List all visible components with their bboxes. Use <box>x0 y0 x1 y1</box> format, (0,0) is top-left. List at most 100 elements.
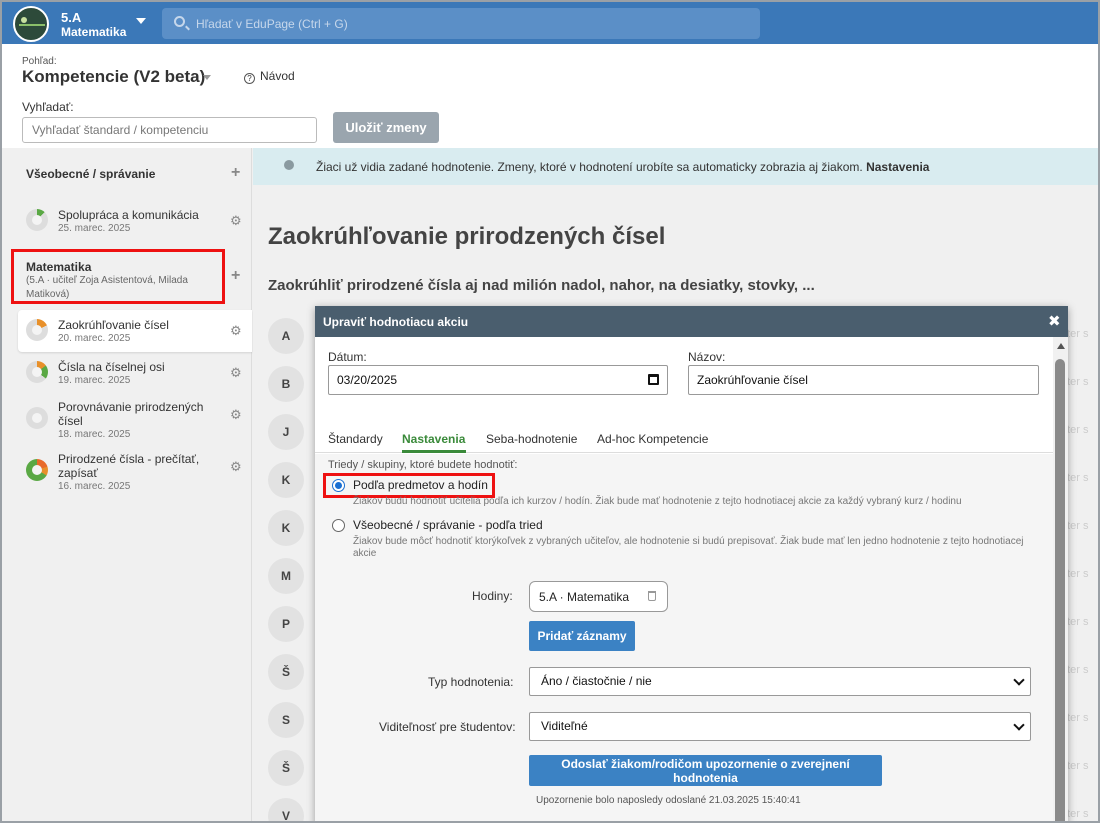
student-avatar[interactable]: K <box>268 510 304 546</box>
save-changes-button[interactable]: Uložiť zmeny <box>333 112 439 143</box>
global-search-placeholder: Hľadať v EduPage (Ctrl + G) <box>196 17 348 31</box>
view-selector[interactable]: Kompetencie (V2 beta) <box>22 67 205 87</box>
sidebar-item-title: Prirodzené čísla - prečítať, zapísať <box>58 452 200 480</box>
help-label: Návod <box>260 69 295 83</box>
math-section-subtitle: (5.A · učiteľ Zoja Asistentová, Milada M… <box>26 275 188 300</box>
visibility-label: Viditeľnosť pre študentov: <box>379 720 516 734</box>
top-bar: 5.A Matematika Hľadať v EduPage (Ctrl + … <box>2 2 1098 44</box>
search-label: Vyhľadať: <box>22 100 74 114</box>
type-label: Typ hodnotenia: <box>428 675 514 689</box>
dialog-tabs: Štandardy Nastavenia Seba-hodnotenie Ad-… <box>315 407 1053 453</box>
gear-icon[interactable]: ⚙ <box>230 407 242 423</box>
help-link[interactable]: ? Návod <box>244 69 295 84</box>
student-avatar[interactable]: Š <box>268 750 304 786</box>
option-by-subject-title[interactable]: Podľa predmetov a hodín <box>353 478 488 492</box>
dialog-header: Upraviť hodnotiacu akciu ✖ <box>315 306 1068 337</box>
option-by-subject-radio[interactable] <box>332 479 345 492</box>
sidebar: Všeobecné / správanie + Spolupráca a kom… <box>2 148 252 821</box>
subject-name[interactable]: Matematika <box>61 25 126 39</box>
global-search-input[interactable]: Hľadať v EduPage (Ctrl + G) <box>162 8 760 39</box>
tab-standards[interactable]: Štandardy <box>328 432 383 446</box>
page-header: Pohľad: Kompetencie (V2 beta) ? Návod Vyh… <box>2 44 1098 148</box>
notice-text: Žiaci už vidia zadané hodnotenie. Zmeny,… <box>316 160 863 174</box>
trash-icon[interactable] <box>648 591 656 601</box>
option-general-title[interactable]: Všeobecné / správanie - podľa tried <box>353 518 543 532</box>
groups-label: Triedy / skupiny, ktoré budete hodnotiť: <box>328 459 518 471</box>
sidebar-item[interactable]: Prirodzené čísla - prečítať, zapísať 16.… <box>18 446 252 496</box>
sidebar-item-title: Porovnávanie prirodzených čísel <box>58 400 204 428</box>
type-value: Áno / čiastočnie / nie <box>541 674 652 688</box>
active-tab-indicator <box>402 450 466 453</box>
type-select[interactable]: Áno / čiastočnie / nie <box>529 667 1031 696</box>
chevron-down-icon[interactable] <box>136 18 146 24</box>
notify-students-button[interactable]: Odoslať žiakom/rodičom upozornenie o zve… <box>529 755 882 786</box>
option-by-subject-desc: Žiakov budú hodnotiť učitelia podľa ich … <box>353 496 962 507</box>
search-icon <box>174 16 185 27</box>
tab-self-assessment[interactable]: Seba-hodnotenie <box>486 432 577 446</box>
tab-settings[interactable]: Nastavenia <box>402 432 465 446</box>
student-avatar[interactable]: M <box>268 558 304 594</box>
view-label: Pohľad: <box>22 56 57 67</box>
student-avatar[interactable]: S <box>268 702 304 738</box>
option-general-desc: Žiakov bude môcť hodnotiť ktorýkoľvek z … <box>353 536 1024 559</box>
sidebar-item-title: Spolupráca a komunikácia <box>58 208 199 222</box>
visibility-value: Viditeľné <box>541 719 588 733</box>
add-icon[interactable]: + <box>231 164 240 182</box>
notice-settings-link[interactable]: Nastavenia <box>866 160 929 174</box>
visibility-notice: Žiaci už vidia zadané hodnotenie. Zmeny,… <box>253 148 1098 185</box>
math-section-title: Matematika <box>26 260 92 274</box>
sidebar-item-date: 16. marec. 2025 <box>58 481 131 492</box>
class-name[interactable]: 5.A <box>61 10 81 25</box>
student-avatar[interactable]: V <box>268 798 304 821</box>
dialog-title: Upraviť hodnotiacu akciu <box>323 315 469 329</box>
sidebar-section-math[interactable]: Matematika (5.A · učiteľ Zoja Asistentov… <box>11 249 225 304</box>
student-avatar[interactable]: K <box>268 462 304 498</box>
edit-assessment-dialog: Upraviť hodnotiacu akciu ✖ Dátum: 03/20/… <box>315 306 1068 821</box>
settings-panel: Triedy / skupiny, ktoré budete hodnotiť:… <box>315 454 1053 821</box>
visibility-select[interactable]: Viditeľné <box>529 712 1031 741</box>
school-logo-icon[interactable] <box>13 6 49 42</box>
gear-icon[interactable]: ⚙ <box>230 323 242 339</box>
sidebar-item[interactable]: Porovnávanie prirodzených čísel 18. mare… <box>18 394 252 444</box>
sidebar-item-date: 18. marec. 2025 <box>58 429 131 440</box>
progress-pie-icon <box>26 459 48 481</box>
progress-pie-icon <box>26 407 48 429</box>
date-input[interactable]: 03/20/2025 <box>328 365 668 395</box>
hours-chip[interactable]: 5.A · Matematika <box>529 581 668 612</box>
add-records-button[interactable]: Pridať záznamy <box>529 621 635 651</box>
tab-adhoc-competencies[interactable]: Ad-hoc Kompetencie <box>597 432 708 446</box>
calendar-icon[interactable] <box>648 374 659 385</box>
student-avatar[interactable]: P <box>268 606 304 642</box>
gear-icon[interactable]: ⚙ <box>230 365 242 381</box>
gear-icon[interactable]: ⚙ <box>230 213 242 229</box>
sidebar-item-title: Čísla na číselnej osi <box>58 360 165 374</box>
progress-pie-icon <box>26 209 48 231</box>
option-general-radio[interactable] <box>332 519 345 532</box>
chevron-down-icon[interactable] <box>203 75 211 80</box>
sidebar-section-general[interactable]: Všeobecné / správanie <box>26 167 155 181</box>
globe-icon <box>284 160 294 170</box>
sidebar-item[interactable]: Čísla na číselnej osi 19. marec. 2025 ⚙ <box>18 352 252 394</box>
dialog-scrollbar[interactable] <box>1053 337 1068 821</box>
name-input[interactable]: Zaokrúhľovanie čísel <box>688 365 1039 395</box>
sidebar-item[interactable]: Spolupráca a komunikácia 25. marec. 2025… <box>18 200 252 242</box>
student-avatar[interactable]: Š <box>268 654 304 690</box>
sidebar-item-active[interactable]: Zaokrúhľovanie čísel 20. marec. 2025 ⚙ <box>18 310 252 352</box>
progress-pie-icon <box>26 361 48 383</box>
sidebar-item-title: Zaokrúhľovanie čísel <box>58 318 169 332</box>
sidebar-item-date: 19. marec. 2025 <box>58 375 131 386</box>
close-icon[interactable]: ✖ <box>1048 312 1061 330</box>
student-avatar[interactable]: A <box>268 318 304 354</box>
gear-icon[interactable]: ⚙ <box>230 459 242 475</box>
scroll-up-icon[interactable] <box>1057 343 1065 349</box>
add-icon[interactable]: + <box>231 267 240 285</box>
standard-title: Zaokrúhľovanie prirodzených čísel <box>268 223 666 250</box>
chevron-down-icon <box>1013 674 1025 686</box>
help-icon: ? <box>244 73 255 84</box>
scroll-thumb[interactable] <box>1055 359 1065 821</box>
app-window: 5.A Matematika Hľadať v EduPage (Ctrl + … <box>0 0 1100 823</box>
standard-search-input[interactable] <box>22 117 317 143</box>
student-avatar[interactable]: J <box>268 414 304 450</box>
name-label: Názov: <box>688 350 726 364</box>
student-avatar[interactable]: B <box>268 366 304 402</box>
